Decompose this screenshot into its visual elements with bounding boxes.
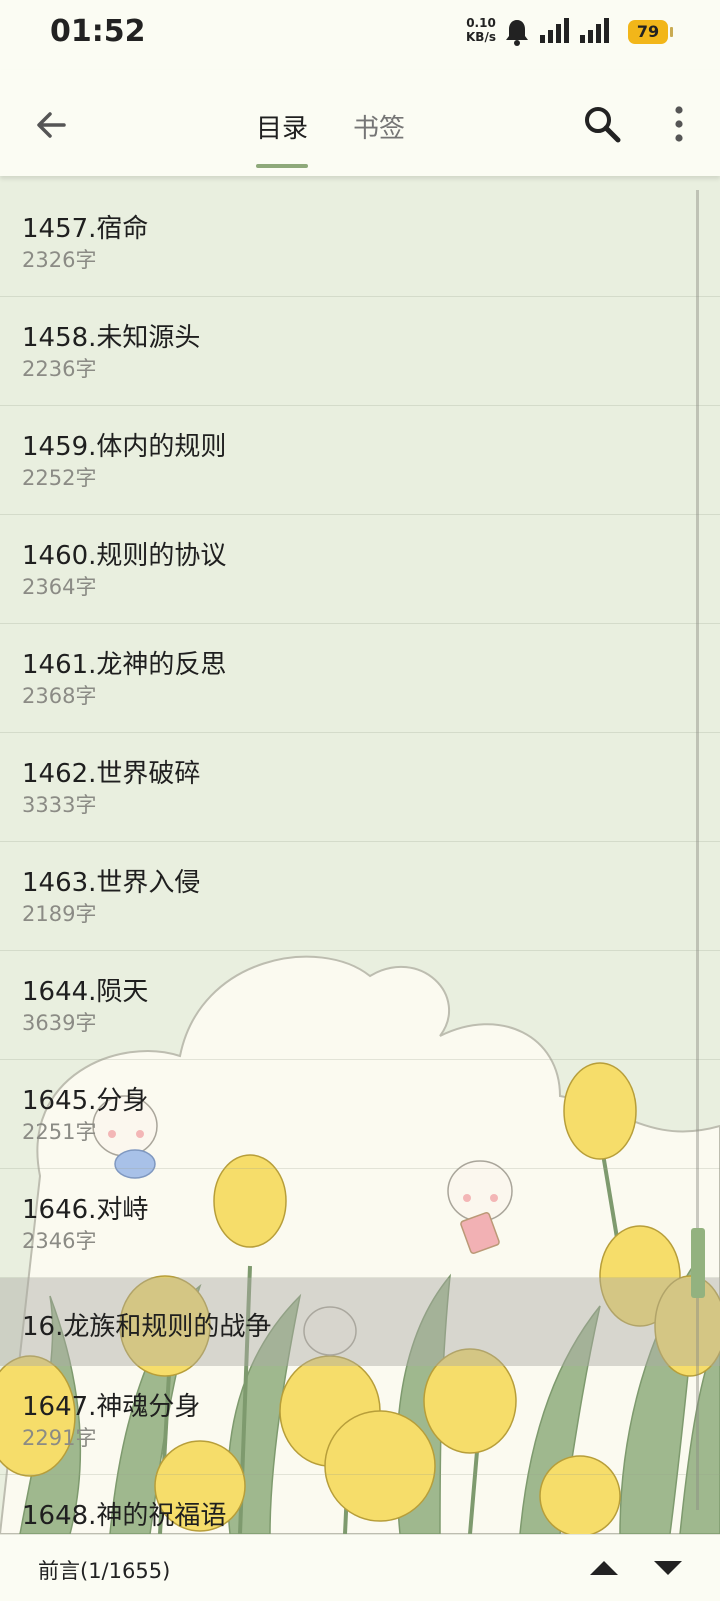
chapter-title: 1463.世界入侵 xyxy=(22,868,201,898)
more-vert-icon[interactable] xyxy=(664,104,694,144)
network-speed: 0.10 KB/s xyxy=(466,16,496,44)
chapter-item[interactable]: 1462.世界破碎 3333字 xyxy=(0,733,720,842)
back-arrow-icon[interactable] xyxy=(30,103,74,147)
chapter-word-count: 2368字 xyxy=(22,684,97,708)
network-speed-unit: KB/s xyxy=(466,30,496,44)
chapter-title: 1460.规则的协议 xyxy=(22,541,227,571)
scrollbar-track[interactable] xyxy=(696,190,699,1510)
battery-indicator: 79 xyxy=(628,20,668,44)
network-speed-value: 0.10 xyxy=(466,16,496,30)
bottom-bar: 前言(1/1655) xyxy=(0,1534,720,1601)
progress-label: 前言(1/1655) xyxy=(38,1559,171,1583)
chapter-item[interactable]: 1463.世界入侵 2189字 xyxy=(0,842,720,951)
chapter-title: 1458.未知源头 xyxy=(22,323,201,353)
tab-contents[interactable]: 目录 xyxy=(256,108,308,145)
tab-bookmarks[interactable]: 书签 xyxy=(353,108,405,145)
chapter-word-count: 3639字 xyxy=(22,1011,97,1035)
chapter-word-count: 2346字 xyxy=(22,1229,97,1253)
chapter-item[interactable]: 1644.陨天 3639字 xyxy=(0,951,720,1060)
chapter-word-count: 2252字 xyxy=(22,466,97,490)
chapter-title: 1457.宿命 xyxy=(22,214,149,244)
chapter-word-count: 2364字 xyxy=(22,575,97,599)
chapter-item[interactable]: 1647.神魂分身 2291字 xyxy=(0,1366,720,1475)
chapter-title: 1647.神魂分身 xyxy=(22,1392,201,1422)
chapter-list[interactable]: 1457.宿命 2326字 1458.未知源头 2236字 1459.体内的规则… xyxy=(0,176,720,1534)
chapter-title: 1648.神的祝福语 xyxy=(22,1501,227,1531)
chapter-word-count: 2326字 xyxy=(22,248,97,272)
chapter-item[interactable]: 1645.分身 2251字 xyxy=(0,1060,720,1169)
chapter-word-count: 2189字 xyxy=(22,902,97,926)
chapter-word-count: 2291字 xyxy=(22,1426,97,1450)
chapter-item[interactable]: 1459.体内的规则 2252字 xyxy=(0,406,720,515)
chapter-item[interactable]: 1461.龙神的反思 2368字 xyxy=(0,624,720,733)
chapter-item[interactable]: 1648.神的祝福语 xyxy=(0,1475,720,1534)
chapter-title: 1644.陨天 xyxy=(22,977,149,1007)
app-bar: 目录 书签 xyxy=(0,70,720,176)
chapter-title: 1646.对峙 xyxy=(22,1195,149,1225)
chapter-item[interactable]: 1460.规则的协议 2364字 xyxy=(0,515,720,624)
signal-icon xyxy=(540,18,569,43)
scroll-up-icon[interactable] xyxy=(588,1557,620,1579)
chapter-item[interactable]: 1457.宿命 2326字 xyxy=(0,188,720,297)
clock: 01:52 xyxy=(50,14,146,49)
chapter-items: 1457.宿命 2326字 1458.未知源头 2236字 1459.体内的规则… xyxy=(0,188,720,1534)
volume-header[interactable]: 16.龙族和规则的战争 xyxy=(0,1278,720,1366)
chapter-item[interactable]: 1646.对峙 2346字 xyxy=(0,1169,720,1278)
chapter-title: 1645.分身 xyxy=(22,1086,149,1116)
active-tab-indicator xyxy=(256,164,308,168)
scroll-down-icon[interactable] xyxy=(652,1557,684,1579)
chapter-word-count: 2251字 xyxy=(22,1120,97,1144)
chapter-word-count: 2236字 xyxy=(22,357,97,381)
bell-icon xyxy=(506,20,528,46)
chapter-title: 1462.世界破碎 xyxy=(22,759,201,789)
status-bar: 01:52 0.10 KB/s 79 xyxy=(0,0,720,70)
chapter-title: 1459.体内的规则 xyxy=(22,432,227,462)
battery-tip xyxy=(670,27,673,37)
search-icon[interactable] xyxy=(582,104,622,144)
chapter-title: 1461.龙神的反思 xyxy=(22,650,227,680)
volume-title: 16.龙族和规则的战争 xyxy=(22,1312,272,1342)
chapter-item[interactable]: 1458.未知源头 2236字 xyxy=(0,297,720,406)
chapter-word-count: 3333字 xyxy=(22,793,97,817)
signal-icon xyxy=(580,18,609,43)
scrollbar-thumb[interactable] xyxy=(691,1228,705,1298)
